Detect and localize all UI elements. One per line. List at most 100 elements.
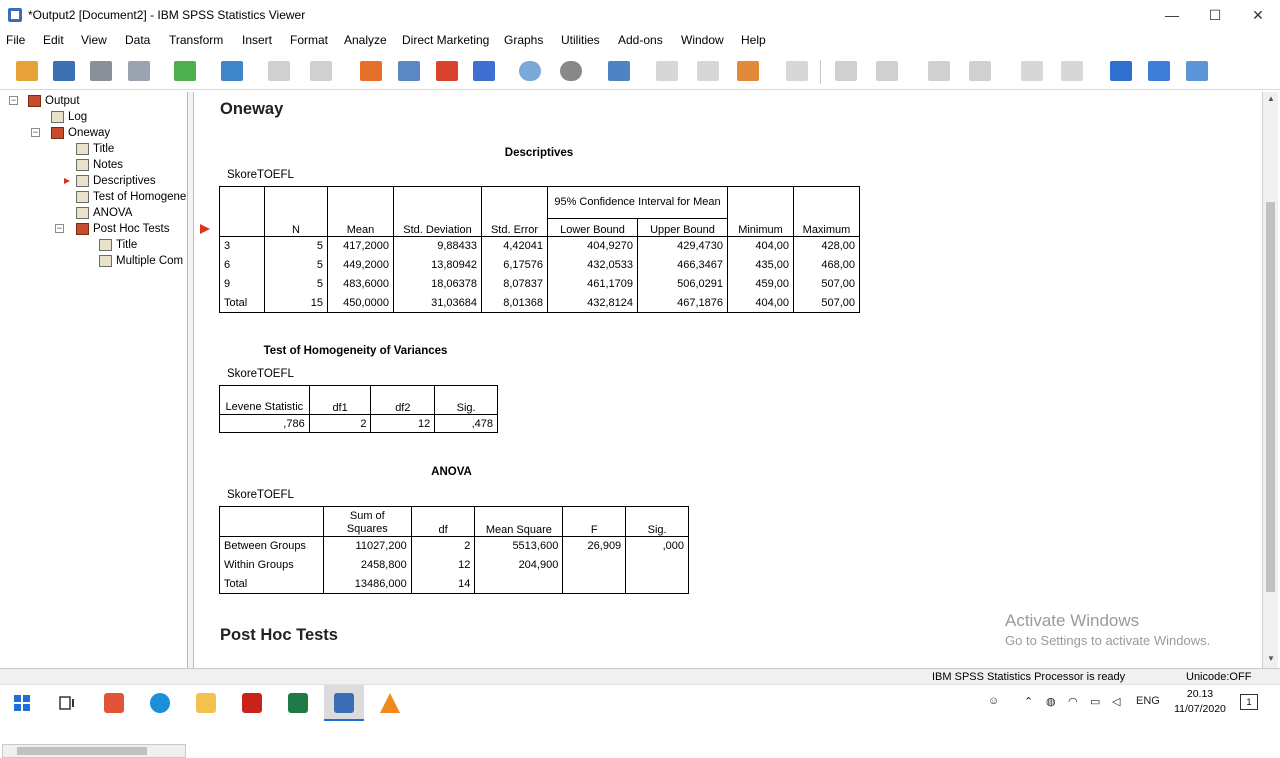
anova-table-icon xyxy=(76,207,89,219)
outline-horizontal-scrollbar[interactable] xyxy=(2,744,186,758)
print-icon[interactable] xyxy=(86,57,116,85)
collapse-icon[interactable] xyxy=(965,57,995,85)
insert-title-icon[interactable] xyxy=(782,57,812,85)
header-maximum: Maximum xyxy=(793,186,860,237)
anova-table[interactable]: Sum of Squares df Mean Square F Sig. Bet… xyxy=(219,506,689,594)
next-icon[interactable] xyxy=(872,57,902,85)
export-icon[interactable] xyxy=(170,57,200,85)
homogeneity-title: Test of Homogeneity of Variances xyxy=(263,345,448,357)
pdf-reader-icon[interactable] xyxy=(242,693,262,713)
menu-data[interactable]: Data xyxy=(125,33,150,47)
activate-windows-watermark: Activate Windows Go to Settings to activ… xyxy=(1005,611,1211,648)
content-scroll-thumb[interactable] xyxy=(1266,202,1275,592)
collapse-oneway-icon[interactable]: − xyxy=(31,128,40,137)
split-file-icon[interactable] xyxy=(604,57,634,85)
goto-data-icon[interactable] xyxy=(356,57,386,85)
header-std-error: Std. Error xyxy=(481,186,548,237)
maximize-button[interactable]: ☐ xyxy=(1195,4,1235,26)
insert-text-icon[interactable] xyxy=(1144,57,1174,85)
close-button[interactable]: ✕ xyxy=(1238,4,1278,26)
unicode-status: Unicode:OFF xyxy=(1186,671,1252,683)
scroll-up-icon[interactable]: ▲ xyxy=(1266,94,1276,103)
goto-case-icon[interactable] xyxy=(394,57,424,85)
table-row: Total 15 450,0000 31,03684 8,01368 432,8… xyxy=(219,293,860,313)
multiple-comparisons-table-icon xyxy=(99,255,112,267)
title-bar: *Output2 [Document2] - IBM SPSS Statisti… xyxy=(0,0,1280,30)
task-view-icon[interactable] xyxy=(57,693,77,713)
select-cases-icon[interactable] xyxy=(515,57,545,85)
hide-icon[interactable] xyxy=(1057,57,1087,85)
menu-format[interactable]: Format xyxy=(290,33,328,47)
clock[interactable]: 20.13 11/07/2020 xyxy=(1172,687,1228,717)
recall-dialog-icon[interactable] xyxy=(217,57,247,85)
insert-heading-icon[interactable] xyxy=(1106,57,1136,85)
insert-new-icon[interactable] xyxy=(1182,57,1212,85)
save-icon[interactable] xyxy=(49,57,79,85)
scroll-down-icon[interactable]: ▼ xyxy=(1266,654,1276,663)
goto-variable-icon[interactable] xyxy=(432,57,462,85)
log-icon xyxy=(51,111,64,123)
spss-app-icon xyxy=(8,8,22,22)
wifi-icon[interactable]: ◠ xyxy=(1068,695,1078,708)
outline-scroll-thumb[interactable] xyxy=(17,747,147,755)
show-all-variables-icon[interactable] xyxy=(733,57,763,85)
menu-transform[interactable]: Transform xyxy=(169,33,223,47)
menu-edit[interactable]: Edit xyxy=(43,33,64,47)
menu-graphs[interactable]: Graphs xyxy=(504,33,543,47)
store-icon[interactable] xyxy=(104,693,124,713)
menu-window[interactable]: Window xyxy=(681,33,724,47)
value-labels-icon[interactable] xyxy=(652,57,682,85)
homogeneity-variable: SkoreTOEFL xyxy=(227,368,294,380)
undo-icon[interactable] xyxy=(264,57,294,85)
window-title: *Output2 [Document2] - IBM SPSS Statisti… xyxy=(28,8,306,22)
input-language[interactable]: ENG xyxy=(1136,695,1160,707)
processor-status: IBM SPSS Statistics Processor is ready xyxy=(932,671,1126,683)
header-f: F xyxy=(562,506,627,537)
menu-view[interactable]: View xyxy=(81,33,107,47)
table-row: 9 5 483,6000 18,06378 8,07837 461,1709 5… xyxy=(219,274,860,294)
output-book-icon xyxy=(28,95,41,107)
show-icon[interactable] xyxy=(1017,57,1047,85)
collapse-output-icon[interactable]: − xyxy=(9,96,18,105)
print-preview-icon[interactable] xyxy=(124,57,154,85)
show-hidden-icons-icon[interactable]: ⌃ xyxy=(1024,695,1033,708)
variables-icon[interactable] xyxy=(469,57,499,85)
start-icon[interactable] xyxy=(12,693,32,713)
menu-file[interactable]: File xyxy=(6,33,25,47)
people-icon[interactable]: ☺ xyxy=(988,695,999,707)
menu-utilities[interactable]: Utilities xyxy=(561,33,600,47)
previous-icon[interactable] xyxy=(831,57,861,85)
oneway-heading: Oneway xyxy=(220,100,284,118)
menu-direct-marketing[interactable]: Direct Marketing xyxy=(402,33,489,47)
open-icon[interactable] xyxy=(12,57,42,85)
expand-icon[interactable] xyxy=(924,57,954,85)
vlc-icon[interactable] xyxy=(380,693,400,713)
table-row: Within Groups 2458,800 12 204,900 xyxy=(219,555,689,575)
posthoc-heading: Post Hoc Tests xyxy=(220,626,338,644)
network-icon[interactable]: ◍ xyxy=(1046,695,1056,708)
header-minimum: Minimum xyxy=(727,186,794,237)
homogeneity-table[interactable]: Levene Statistic df1 df2 Sig. ,786 2 12 … xyxy=(219,385,498,433)
menu-insert[interactable]: Insert xyxy=(242,33,272,47)
edge-icon[interactable] xyxy=(150,693,170,713)
battery-icon[interactable]: ▭ xyxy=(1090,695,1100,708)
designate-window-icon[interactable] xyxy=(693,57,723,85)
volume-icon[interactable]: ◁ xyxy=(1112,695,1120,708)
menu-help[interactable]: Help xyxy=(741,33,766,47)
excel-icon[interactable] xyxy=(288,693,308,713)
descriptives-table[interactable]: N Mean Std. Deviation Std. Error 95% Con… xyxy=(219,186,860,313)
menu-analyze[interactable]: Analyze xyxy=(344,33,387,47)
file-explorer-icon[interactable] xyxy=(196,693,216,713)
weight-cases-icon[interactable] xyxy=(556,57,586,85)
menu-add-ons[interactable]: Add-ons xyxy=(618,33,663,47)
content-vertical-scrollbar[interactable]: ▲ ▼ xyxy=(1262,92,1278,668)
collapse-posthoc-icon[interactable]: − xyxy=(55,224,64,233)
header-mean: Mean xyxy=(327,186,394,237)
windows-taskbar: ☺ ⌃ ◍ ◠ ▭ ◁ ENG 20.13 11/07/2020 1 xyxy=(0,684,1280,721)
header-sum-of-squares: Sum of Squares xyxy=(322,506,412,537)
header-std-deviation: Std. Deviation xyxy=(393,186,482,237)
minimize-button[interactable]: — xyxy=(1152,4,1192,26)
notifications-icon[interactable]: 1 xyxy=(1240,694,1258,710)
redo-icon[interactable] xyxy=(306,57,336,85)
spss-task-active[interactable] xyxy=(324,685,364,721)
